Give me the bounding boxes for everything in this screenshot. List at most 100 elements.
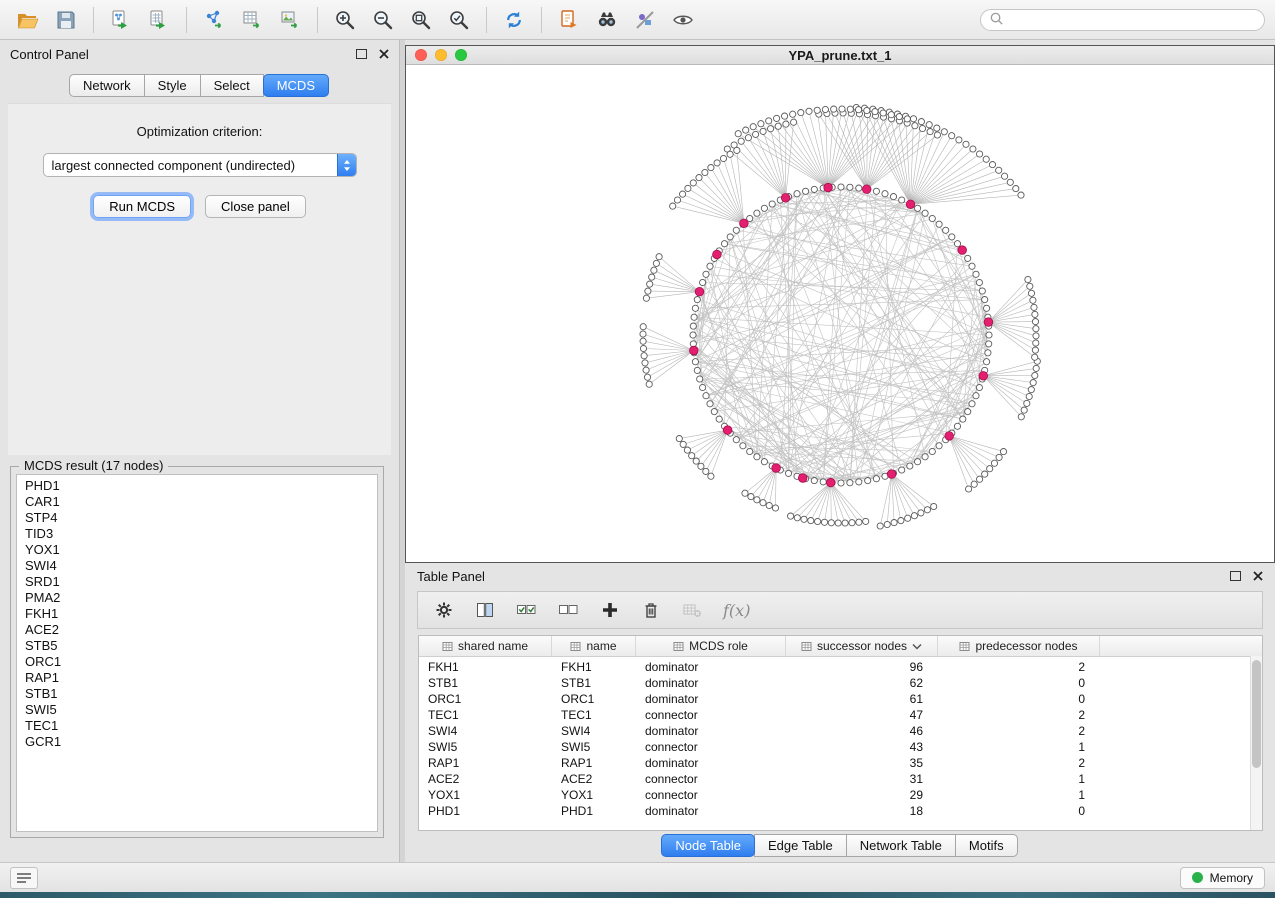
mcds-result-item[interactable]: CAR1 xyxy=(17,494,377,510)
mcds-result-item[interactable]: FKH1 xyxy=(17,606,377,622)
column-header-MCDS-role[interactable]: MCDS role xyxy=(636,636,786,656)
settings-gear-icon[interactable] xyxy=(434,600,454,620)
table-tab-node-table[interactable]: Node Table xyxy=(661,834,755,857)
deselect-all-icon[interactable] xyxy=(558,600,579,620)
table-tab-motifs[interactable]: Motifs xyxy=(955,834,1018,857)
table-row[interactable]: SWI5SWI5connector431 xyxy=(419,739,1262,755)
mcds-result-item[interactable]: ACE2 xyxy=(17,622,377,638)
cell-mcds-role[interactable]: dominator xyxy=(636,692,786,706)
mcds-result-item[interactable]: YOX1 xyxy=(17,542,377,558)
cell-shared-name[interactable]: ORC1 xyxy=(419,692,552,706)
task-history-icon[interactable] xyxy=(10,867,38,889)
cell-predecessor-nodes[interactable]: 0 xyxy=(938,676,1100,690)
mcds-result-item[interactable]: TEC1 xyxy=(17,718,377,734)
table-row[interactable]: ORC1ORC1dominator610 xyxy=(419,691,1262,707)
cell-shared-name[interactable]: SWI4 xyxy=(419,724,552,738)
delete-column-icon[interactable] xyxy=(641,600,661,620)
cell-shared-name[interactable]: STB1 xyxy=(419,676,552,690)
cell-predecessor-nodes[interactable]: 1 xyxy=(938,740,1100,754)
table-row[interactable]: ACE2ACE2connector311 xyxy=(419,771,1262,787)
mcds-result-item[interactable]: STB1 xyxy=(17,686,377,702)
mcds-result-item[interactable]: STB5 xyxy=(17,638,377,654)
mcds-result-item[interactable]: SWI4 xyxy=(17,558,377,574)
cell-successor-nodes[interactable]: 47 xyxy=(786,708,938,722)
cell-shared-name[interactable]: TEC1 xyxy=(419,708,552,722)
hide-details-icon[interactable] xyxy=(627,5,663,35)
cell-shared-name[interactable]: ACE2 xyxy=(419,772,552,786)
cell-mcds-role[interactable]: dominator xyxy=(636,804,786,818)
zoom-out-icon[interactable] xyxy=(365,5,401,35)
split-panel-icon[interactable] xyxy=(475,600,495,620)
table-scrollbar[interactable] xyxy=(1250,656,1262,830)
cell-name[interactable]: SWI4 xyxy=(552,724,636,738)
network-titlebar[interactable]: YPA_prune.txt_1 xyxy=(406,46,1274,65)
window-maximize-icon[interactable] xyxy=(455,49,467,61)
mcds-result-item[interactable]: TID3 xyxy=(17,526,377,542)
table-row[interactable]: FKH1FKH1dominator962 xyxy=(419,659,1262,675)
control-tab-mcds[interactable]: MCDS xyxy=(263,74,329,97)
zoom-in-icon[interactable] xyxy=(327,5,363,35)
float-panel-icon[interactable] xyxy=(356,49,367,59)
export-network-icon[interactable] xyxy=(196,5,232,35)
cell-predecessor-nodes[interactable]: 1 xyxy=(938,788,1100,802)
control-tab-select[interactable]: Select xyxy=(200,74,264,97)
export-table-icon[interactable] xyxy=(234,5,270,35)
cell-successor-nodes[interactable]: 46 xyxy=(786,724,938,738)
cell-shared-name[interactable]: YOX1 xyxy=(419,788,552,802)
cell-successor-nodes[interactable]: 18 xyxy=(786,804,938,818)
cell-predecessor-nodes[interactable]: 2 xyxy=(938,660,1100,674)
cell-name[interactable]: FKH1 xyxy=(552,660,636,674)
cell-predecessor-nodes[interactable]: 0 xyxy=(938,804,1100,818)
cell-successor-nodes[interactable]: 62 xyxy=(786,676,938,690)
mcds-result-item[interactable]: STP4 xyxy=(17,510,377,526)
cell-predecessor-nodes[interactable]: 1 xyxy=(938,772,1100,786)
chevron-down-icon[interactable] xyxy=(912,643,922,650)
cell-name[interactable]: ORC1 xyxy=(552,692,636,706)
mcds-result-item[interactable]: PMA2 xyxy=(17,590,377,606)
cell-successor-nodes[interactable]: 96 xyxy=(786,660,938,674)
column-header-successor-nodes[interactable]: successor nodes xyxy=(786,636,938,656)
cell-mcds-role[interactable]: dominator xyxy=(636,676,786,690)
open-session-icon[interactable] xyxy=(10,5,46,35)
mcds-result-item[interactable]: RAP1 xyxy=(17,670,377,686)
table-row[interactable]: YOX1YOX1connector291 xyxy=(419,787,1262,803)
table-row[interactable]: SWI4SWI4dominator462 xyxy=(419,723,1262,739)
cell-shared-name[interactable]: FKH1 xyxy=(419,660,552,674)
table-row[interactable]: STB1STB1dominator620 xyxy=(419,675,1262,691)
cell-mcds-role[interactable]: dominator xyxy=(636,756,786,770)
close-table-panel-icon[interactable] xyxy=(1253,569,1263,584)
mcds-result-item[interactable]: SRD1 xyxy=(17,574,377,590)
cell-successor-nodes[interactable]: 61 xyxy=(786,692,938,706)
refresh-layout-icon[interactable] xyxy=(496,5,532,35)
table-row[interactable]: RAP1RAP1dominator352 xyxy=(419,755,1262,771)
search-network-icon[interactable] xyxy=(589,5,625,35)
criterion-select[interactable]: largest connected component (undirected) xyxy=(43,153,357,177)
cell-mcds-role[interactable]: connector xyxy=(636,788,786,802)
cell-successor-nodes[interactable]: 35 xyxy=(786,756,938,770)
search-input[interactable] xyxy=(1010,12,1256,28)
mcds-result-item[interactable]: SWI5 xyxy=(17,702,377,718)
scrollbar-thumb[interactable] xyxy=(1252,660,1261,768)
cell-successor-nodes[interactable]: 31 xyxy=(786,772,938,786)
table-tab-edge-table[interactable]: Edge Table xyxy=(754,834,847,857)
control-tab-style[interactable]: Style xyxy=(144,74,201,97)
zoom-fit-icon[interactable] xyxy=(403,5,439,35)
cell-mcds-role[interactable]: dominator xyxy=(636,724,786,738)
cell-mcds-role[interactable]: connector xyxy=(636,708,786,722)
mcds-result-item[interactable]: GCR1 xyxy=(17,734,377,750)
cell-mcds-role[interactable]: connector xyxy=(636,740,786,754)
network-canvas[interactable] xyxy=(406,65,1274,563)
import-table-icon[interactable] xyxy=(141,5,177,35)
cell-mcds-role[interactable]: dominator xyxy=(636,660,786,674)
select-all-icon[interactable] xyxy=(516,600,537,620)
cell-mcds-role[interactable]: connector xyxy=(636,772,786,786)
table-tab-network-table[interactable]: Network Table xyxy=(846,834,956,857)
cell-successor-nodes[interactable]: 43 xyxy=(786,740,938,754)
window-minimize-icon[interactable] xyxy=(435,49,447,61)
cell-name[interactable]: YOX1 xyxy=(552,788,636,802)
cell-name[interactable]: TEC1 xyxy=(552,708,636,722)
show-details-icon[interactable] xyxy=(665,5,701,35)
add-column-icon[interactable] xyxy=(600,600,620,620)
window-close-icon[interactable] xyxy=(415,49,427,61)
cell-name[interactable]: ACE2 xyxy=(552,772,636,786)
